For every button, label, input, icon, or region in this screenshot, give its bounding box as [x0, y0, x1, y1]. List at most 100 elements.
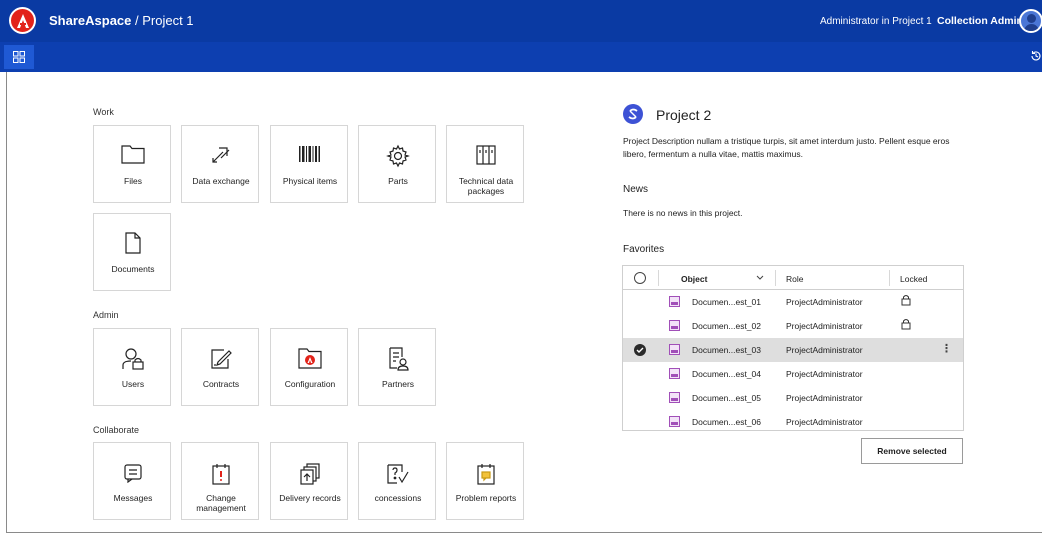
- column-header-object[interactable]: Object: [681, 274, 707, 284]
- chevron-down-icon[interactable]: [756, 275, 764, 281]
- cell-role: ProjectAdministrator: [786, 417, 863, 427]
- cell-role: ProjectAdministrator: [786, 345, 863, 355]
- contract-edit-icon: [211, 349, 232, 369]
- tile-users[interactable]: Users: [93, 328, 171, 406]
- tile-label: Files: [124, 176, 142, 186]
- select-all-checkbox[interactable]: [634, 272, 646, 284]
- tile-parts[interactable]: Parts: [358, 125, 436, 203]
- tile-messages[interactable]: Messages: [93, 442, 171, 520]
- tile-label: Documents: [111, 264, 155, 274]
- favorites-table: Object Role Locked Documen...est_01 Proje…: [622, 265, 964, 431]
- shareaspace-logo-icon[interactable]: [9, 7, 36, 34]
- row-checked-icon[interactable]: [634, 344, 646, 356]
- apps-grid-icon: [13, 51, 25, 63]
- tile-label: Parts: [388, 176, 408, 186]
- tile-contracts[interactable]: Contracts: [181, 328, 259, 406]
- tile-label: Change management: [196, 493, 246, 513]
- tile-concessions[interactable]: concessions: [358, 442, 436, 520]
- cell-object[interactable]: Documen...est_03: [692, 345, 761, 355]
- problem-report-icon: [477, 464, 495, 485]
- document-image-icon: [669, 416, 680, 427]
- partners-icon: [389, 347, 409, 371]
- table-row[interactable]: Documen...est_03 ProjectAdministrator ⋮: [623, 338, 963, 362]
- title-separator: /: [131, 13, 143, 28]
- favorites-heading: Favorites: [623, 244, 665, 255]
- cell-role: ProjectAdministrator: [786, 297, 863, 307]
- tile-physical-items[interactable]: Physical items: [270, 125, 348, 203]
- tile-label: Messages: [113, 493, 153, 503]
- top-bar: ShareAspace / Project 1 Administrator in…: [0, 0, 1042, 42]
- tile-technical-data-packages[interactable]: Technical data packages: [446, 125, 524, 203]
- document-image-icon: [669, 392, 680, 403]
- tile-label: Delivery records: [279, 493, 341, 503]
- tile-label: concessions: [374, 493, 422, 503]
- section-label-work: Work: [93, 107, 114, 117]
- table-row[interactable]: Documen...est_05 ProjectAdministrator: [623, 386, 963, 410]
- tile-label: Users: [121, 379, 145, 389]
- message-icon: [124, 464, 142, 484]
- cell-role: ProjectAdministrator: [786, 393, 863, 403]
- barcode-icon: [299, 146, 320, 162]
- delivery-records-icon: [300, 463, 320, 485]
- tile-label: Problem reports: [455, 493, 517, 503]
- tile-label: Configuration: [284, 379, 336, 389]
- lock-icon: [901, 319, 911, 330]
- tile-change-management[interactable]: Change management: [181, 442, 259, 520]
- more-options-icon[interactable]: ⋮: [941, 342, 952, 355]
- tile-data-exchange[interactable]: Data exchange: [181, 125, 259, 203]
- sub-toolbar: [0, 42, 1042, 72]
- collection-admin-link[interactable]: Collection Admin: [937, 15, 1023, 27]
- table-row[interactable]: Documen...est_06 ProjectAdministrator: [623, 410, 963, 434]
- tile-documents[interactable]: Documents: [93, 213, 171, 291]
- tile-problem-reports[interactable]: Problem reports: [446, 442, 524, 520]
- cell-object[interactable]: Documen...est_04: [692, 369, 761, 379]
- tile-label: Technical data packages: [458, 176, 514, 196]
- gear-icon: [386, 144, 410, 168]
- tile-label: Physical items: [282, 176, 338, 186]
- app-title[interactable]: ShareAspace / Project 1: [49, 13, 194, 28]
- tile-label: Contracts: [202, 379, 240, 389]
- remove-selected-button[interactable]: Remove selected: [861, 438, 963, 464]
- user-lock-icon: [122, 348, 144, 370]
- cell-role: ProjectAdministrator: [786, 369, 863, 379]
- current-project: Project 1: [142, 13, 194, 28]
- table-row[interactable]: Documen...est_04 ProjectAdministrator: [623, 362, 963, 386]
- project-description: Project Description nullam a tristique t…: [623, 136, 950, 159]
- user-context-text: Administrator in Project 1: [820, 16, 932, 27]
- tile-label: Partners: [381, 379, 415, 389]
- table-row[interactable]: Documen...est_01 ProjectAdministrator: [623, 290, 963, 314]
- column-header-locked[interactable]: Locked: [900, 274, 927, 284]
- section-label-collaborate: Collaborate: [93, 425, 140, 435]
- document-image-icon: [669, 296, 680, 307]
- table-header: Object Role Locked: [623, 266, 963, 290]
- tile-files[interactable]: Files: [93, 125, 171, 203]
- cell-object[interactable]: Documen...est_05: [692, 393, 761, 403]
- change-management-icon: [212, 464, 230, 485]
- cell-object[interactable]: Documen...est_01: [692, 297, 761, 307]
- table-row[interactable]: Documen...est_02 ProjectAdministrator: [623, 314, 963, 338]
- document-icon: [125, 232, 141, 254]
- lock-icon: [901, 295, 911, 306]
- tile-partners[interactable]: Partners: [358, 328, 436, 406]
- tile-configuration[interactable]: Configuration: [270, 328, 348, 406]
- document-image-icon: [669, 320, 680, 331]
- config-folder-icon: [298, 348, 322, 369]
- news-text: There is no news in this project.: [623, 208, 743, 218]
- cell-role: ProjectAdministrator: [786, 321, 863, 331]
- document-image-icon: [669, 368, 680, 379]
- user-avatar-icon[interactable]: [1019, 9, 1042, 33]
- news-heading: News: [623, 184, 649, 195]
- column-header-role[interactable]: Role: [786, 274, 803, 284]
- tile-delivery-records[interactable]: Delivery records: [270, 442, 348, 520]
- apps-grid-button[interactable]: [4, 45, 34, 69]
- history-icon[interactable]: [1030, 50, 1042, 62]
- document-image-icon: [669, 344, 680, 355]
- folder-icon: [121, 145, 145, 164]
- app-name: ShareAspace: [49, 13, 132, 28]
- cell-object[interactable]: Documen...est_06: [692, 417, 761, 427]
- tile-label: Data exchange: [192, 176, 250, 186]
- data-exchange-icon: [212, 147, 230, 163]
- project-icon: [623, 104, 643, 124]
- cell-object[interactable]: Documen...est_02: [692, 321, 761, 331]
- package-icon: [476, 145, 496, 165]
